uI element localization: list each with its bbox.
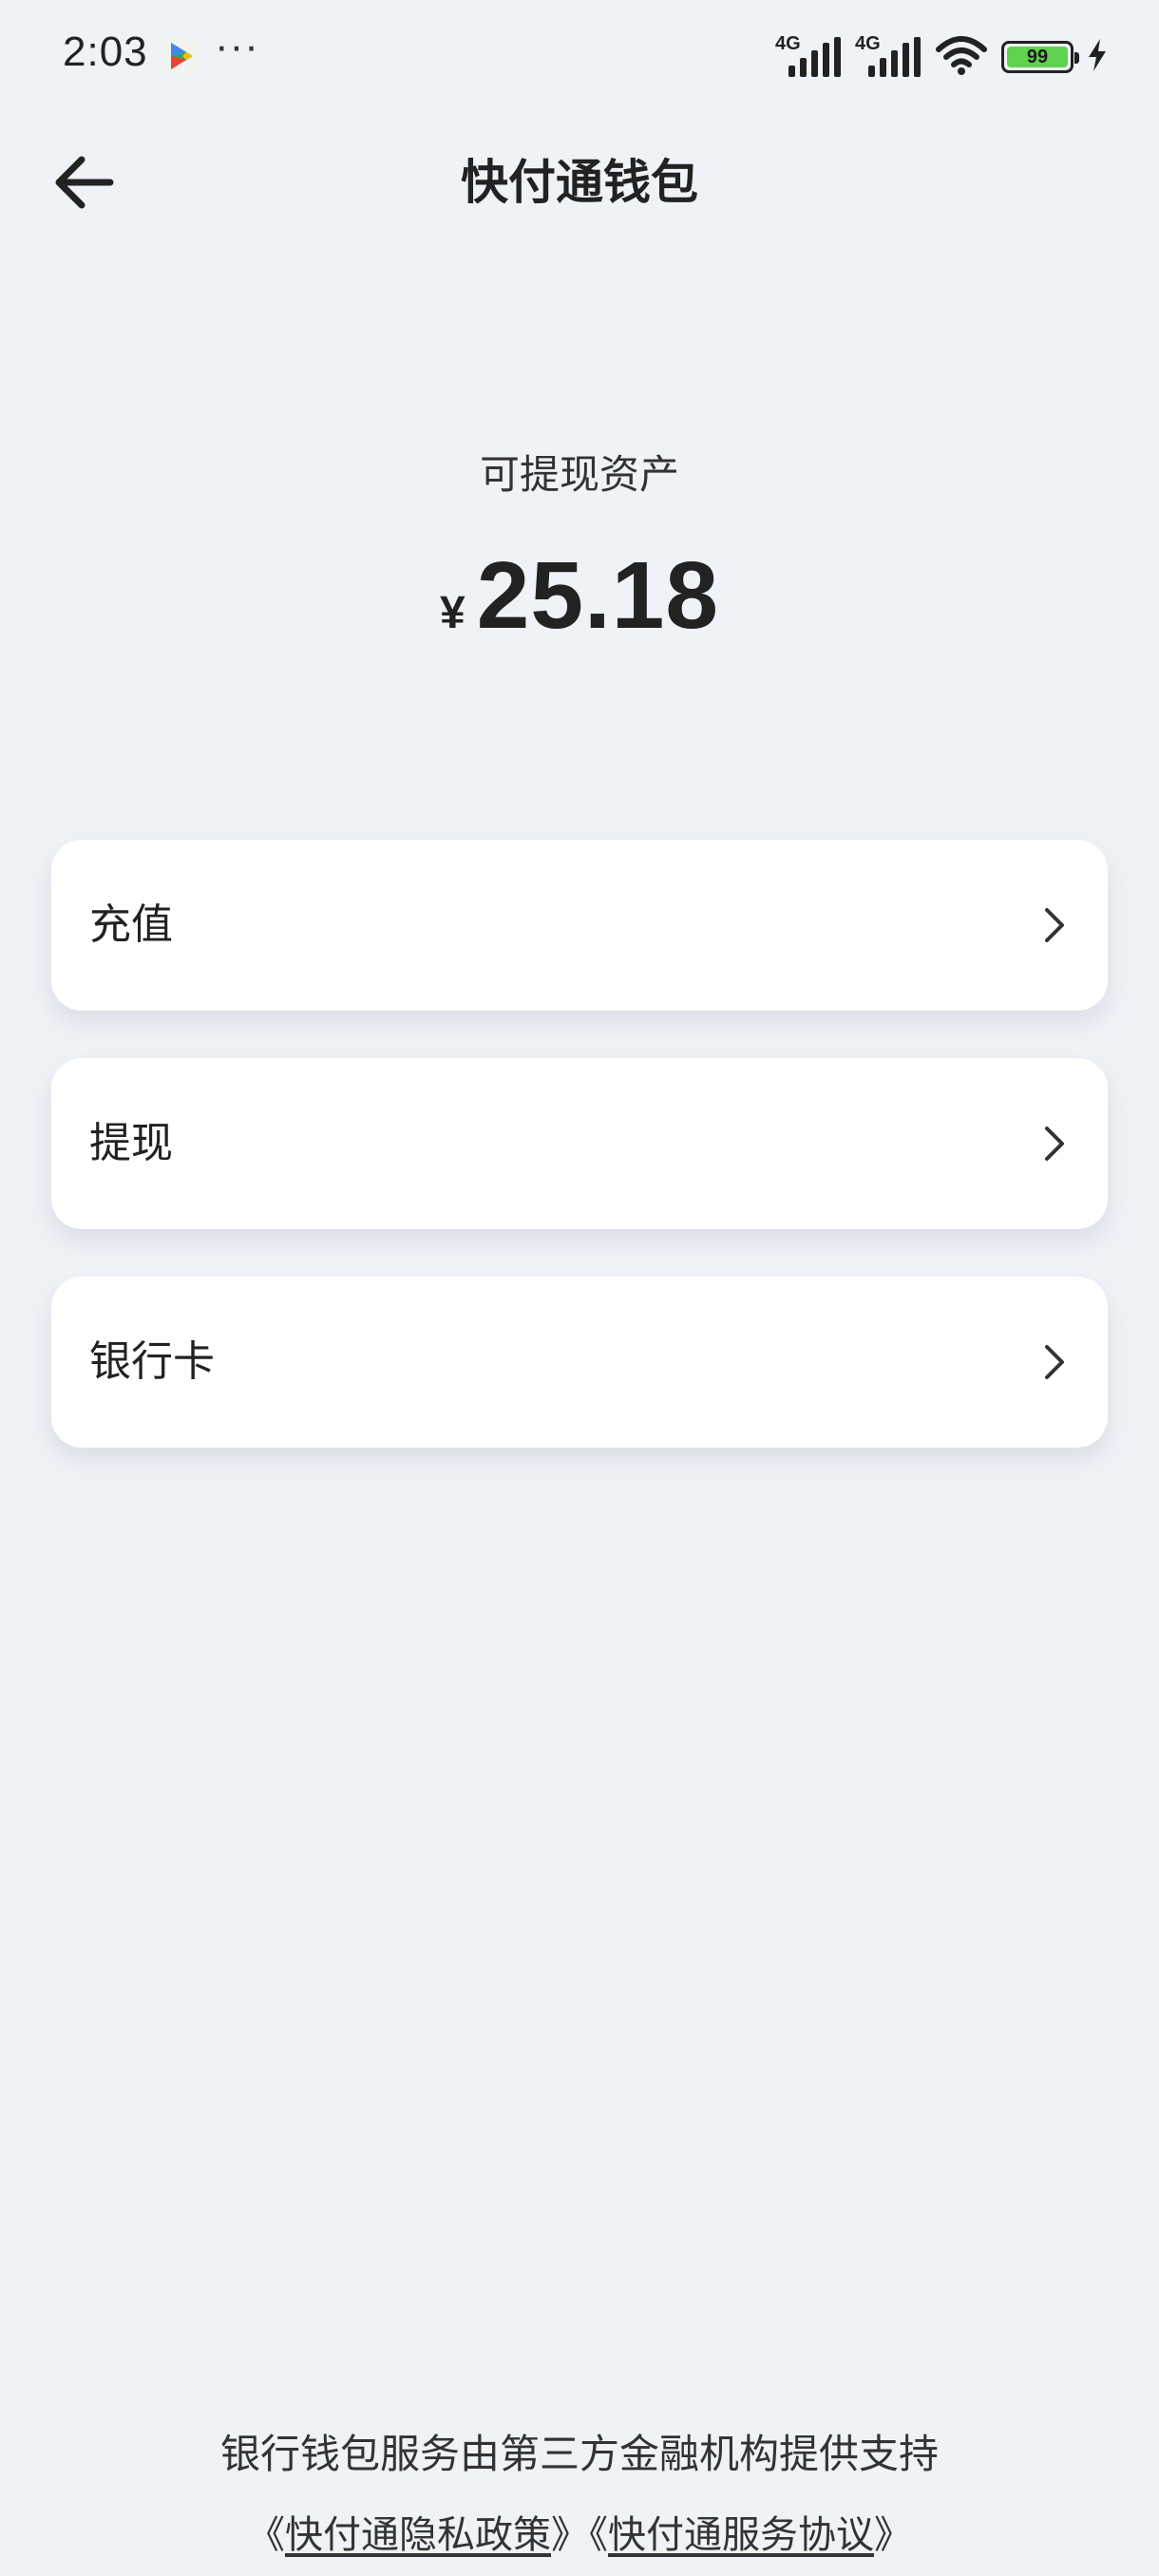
bracket-open: 《: [589, 2513, 608, 2557]
menu-item-recharge[interactable]: 充值: [51, 840, 1108, 1011]
balance-amount: ¥25.18: [0, 541, 1159, 651]
more-notifications-icon: ···: [215, 23, 259, 69]
cell-signal-icon: 4G: [775, 33, 842, 81]
menu-item-withdraw[interactable]: 提现: [51, 1058, 1108, 1229]
charging-icon: [1087, 38, 1108, 76]
currency-symbol: ¥: [440, 588, 466, 638]
battery-level: 99: [1007, 47, 1068, 67]
status-bar: 2:03 ··· 4G 4G 99: [0, 0, 1159, 112]
battery-icon: 99: [1001, 41, 1079, 73]
menu-item-label: 提现: [89, 1119, 173, 1167]
menu-item-label: 充值: [89, 900, 173, 949]
privacy-policy-link[interactable]: 快付通隐私政策: [285, 2513, 551, 2557]
play-store-icon: [162, 36, 201, 76]
bracket-close: 》: [874, 2513, 912, 2557]
cell-signal-icon: 4G: [855, 33, 922, 81]
chevron-right-icon: [1045, 908, 1064, 942]
service-agreement-link[interactable]: 快付通服务协议: [608, 2513, 874, 2557]
page-title: 快付通钱包: [461, 155, 698, 210]
balance-value: 25.18: [476, 542, 719, 649]
footer-links: 《快付通隐私政策》《快付通服务协议》: [0, 2504, 1159, 2559]
footer-note: 银行钱包服务由第三方金融机构提供支持: [219, 2431, 939, 2477]
status-indicators: 4G 4G 99: [775, 28, 1108, 85]
menu-item-bank-card[interactable]: 银行卡: [51, 1277, 1108, 1448]
bracket-close: 》: [551, 2513, 589, 2557]
chevron-right-icon: [1045, 1345, 1064, 1379]
arrow-left-icon: [55, 156, 114, 209]
back-button[interactable]: [42, 141, 125, 224]
wifi-icon: [935, 34, 988, 80]
balance-label: 可提现资产: [479, 451, 679, 498]
bracket-open: 《: [247, 2513, 285, 2557]
status-time: 2:03: [63, 28, 148, 75]
menu-item-label: 银行卡: [89, 1337, 215, 1386]
chevron-right-icon: [1045, 1127, 1064, 1161]
